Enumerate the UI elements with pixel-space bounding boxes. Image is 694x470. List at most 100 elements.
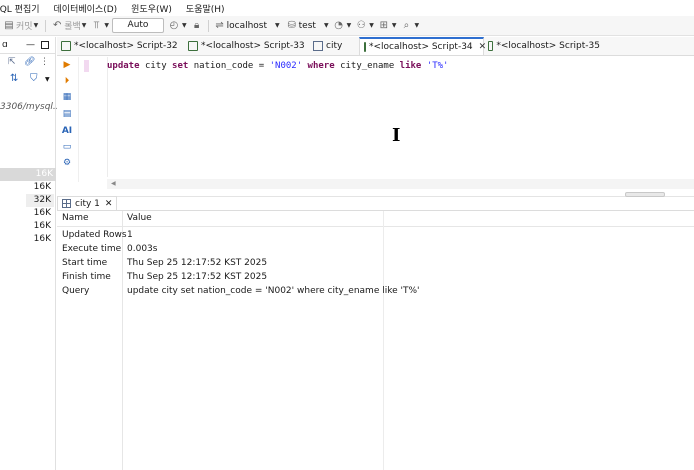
rollback-button[interactable]: 롤백 (64, 19, 81, 32)
chevron-down-icon[interactable]: ▼ (34, 22, 39, 29)
toolbar-separator (207, 19, 209, 32)
row-value: Thu Sep 25 12:17:52 KST 2025 (127, 258, 268, 268)
tab-label: *<localhost> Script-34 (369, 42, 473, 52)
tab-script-34[interactable]: *<localhost> Script-34 ✕ (359, 37, 486, 55)
scroll-left-icon[interactable]: ◀ (111, 179, 116, 189)
chevron-down-icon[interactable]: ▼ (104, 22, 109, 29)
table-size-item[interactable]: 16K (14, 207, 54, 220)
table-size-item[interactable]: 16K (14, 181, 54, 194)
editor-side-toolbar: ▶ ⏵ ▦ ▤ AI ▭ ⚙ (57, 57, 79, 182)
column-header-value[interactable]: Value (127, 213, 152, 223)
toolbar-separator (45, 19, 47, 32)
sql-script-icon (61, 41, 71, 51)
execute-script-icon[interactable]: ⏵ (61, 75, 73, 87)
row-value: update city set nation_code = 'N002' whe… (127, 286, 420, 296)
main-toolbar: ▤ 커밋 ▼ ↶ 롤백 ▼ ⫪ ▼ Auto ◴ ▼ 🔒︎ ⇌ localhos… (0, 16, 694, 36)
tab-script-35[interactable]: *<localhost> Script-35 (484, 37, 604, 55)
sql-editor[interactable]: ▶ ⏵ ▦ ▤ AI ▭ ⚙ update city set nation_co… (57, 57, 694, 189)
sql-identifier: nation_code = (193, 61, 265, 71)
table-row[interactable]: Finish time Thu Sep 25 12:17:52 KST 2025 (57, 270, 694, 284)
table-row[interactable]: Updated Rows 1 (57, 228, 694, 242)
terminal-icon[interactable]: ▭ (61, 141, 73, 153)
sql-statement[interactable]: update city set nation_code = 'N002' whe… (107, 60, 448, 72)
transaction-icon[interactable]: ⫪ (89, 19, 103, 33)
tab-label: *<localhost> Script-32 (74, 41, 178, 51)
collapse-icon[interactable]: ⇱ (8, 57, 16, 67)
table-row[interactable]: Query update city set nation_code = 'N00… (57, 284, 694, 298)
sql-editor-icon[interactable]: ▤ (2, 19, 16, 33)
search-icon[interactable]: ⌕ (399, 19, 413, 33)
editor-horizontal-scrollbar[interactable]: ◀ (107, 179, 694, 189)
editor-ruler (107, 57, 108, 177)
execute-statement-icon[interactable]: ▶ (61, 59, 73, 71)
rollback-icon[interactable]: ↶ (50, 19, 64, 33)
column-header-name[interactable]: Name (62, 213, 89, 223)
sql-string: 'T%' (426, 61, 449, 71)
chevron-down-icon[interactable]: ▼ (45, 76, 50, 83)
close-icon[interactable]: ✕ (105, 199, 113, 209)
settings-icon[interactable]: ⚙ (61, 157, 73, 169)
lock-icon[interactable]: 🔒︎ (190, 19, 204, 33)
tab-city-1[interactable]: city 1 ✕ (57, 196, 118, 210)
link-icon[interactable]: 🔗︎ (24, 57, 35, 67)
chevron-down-icon[interactable]: ▼ (275, 22, 280, 29)
minimize-icon[interactable]: — (26, 40, 35, 50)
sql-script-icon (188, 41, 198, 51)
menu-help[interactable]: 도움말(H) (186, 2, 225, 15)
transaction-mode-box[interactable]: Auto (112, 18, 164, 33)
layout-icon[interactable]: ⊞ (377, 19, 391, 33)
results-tabs: city 1 ✕ (57, 196, 694, 211)
chevron-down-icon[interactable]: ▼ (369, 22, 374, 29)
navigator-connection-path[interactable]: 3306/mysql... (0, 102, 62, 112)
sql-script-icon (488, 41, 494, 51)
tab-city[interactable]: city (309, 37, 359, 55)
table-row[interactable]: Execute time 0.003s (57, 242, 694, 256)
chevron-down-icon[interactable]: ▼ (324, 22, 329, 29)
sql-keyword: like (399, 61, 422, 71)
menu-database[interactable]: 데이터베이스(D) (54, 2, 118, 15)
table-size-item[interactable]: 16K (0, 168, 56, 181)
sql-identifier: city (144, 61, 167, 71)
row-name: Query (62, 286, 90, 296)
sql-identifier: city_ename (340, 61, 395, 71)
table-size-item[interactable]: 16K (14, 220, 54, 233)
menu-window[interactable]: 윈도우(W) (131, 2, 172, 15)
navigator-tools: ⇱ 🔗︎ ⋮ ⇅ ⛉ ▼ (0, 54, 55, 90)
sort-icon[interactable]: ⇅ (10, 73, 18, 84)
connection-label: localhost (226, 20, 268, 31)
load-script-icon[interactable]: ▤ (61, 108, 73, 120)
chevron-down-icon[interactable]: ▼ (392, 22, 397, 29)
navigator-tabbar: ɑ — (0, 37, 55, 54)
ai-assist-icon[interactable]: AI (61, 125, 73, 137)
connection-selector[interactable]: localhost (227, 21, 267, 31)
database-selector[interactable]: test (299, 21, 316, 31)
results-header: Name Value (57, 211, 694, 227)
editor-tabs: *<localhost> Script-32 *<localhost> Scri… (57, 37, 694, 56)
row-name: Start time (62, 258, 108, 268)
row-name: Finish time (62, 272, 111, 282)
chevron-down-icon[interactable]: ▼ (82, 22, 87, 29)
tab-script-32[interactable]: *<localhost> Script-32 (57, 37, 184, 55)
table-size-item[interactable]: 16K (14, 233, 54, 246)
format-icon[interactable]: ⚇ (354, 19, 368, 33)
row-value: 0.003s (127, 244, 158, 254)
chevron-down-icon[interactable]: ▼ (347, 22, 352, 29)
commit-button[interactable]: 커밋 (16, 19, 33, 32)
maximize-icon[interactable] (41, 41, 49, 49)
connection-icon: ⇌ (215, 20, 224, 31)
history-icon[interactable]: ◴ (167, 19, 181, 33)
table-size-item[interactable]: 32K (14, 194, 54, 207)
tab-label: *<localhost> Script-35 (496, 41, 600, 51)
commit-label: 커밋 (16, 22, 33, 32)
explain-icon[interactable]: ◔ (332, 19, 346, 33)
table-row[interactable]: Start time Thu Sep 25 12:17:52 KST 2025 (57, 256, 694, 270)
filter-icon[interactable]: ⋮ (40, 57, 49, 67)
rollback-label: 롤백 (64, 22, 81, 32)
chevron-down-icon[interactable]: ▼ (414, 22, 419, 29)
filter-funnel-icon[interactable]: ⛉ (30, 73, 38, 84)
menu-sql-editor[interactable]: SQL 편집기 (0, 2, 40, 15)
chevron-down-icon[interactable]: ▼ (182, 22, 187, 29)
sql-keyword: where (307, 61, 335, 71)
explain-plan-icon[interactable]: ▦ (61, 91, 73, 103)
tab-script-33[interactable]: *<localhost> Script-33 (184, 37, 309, 55)
